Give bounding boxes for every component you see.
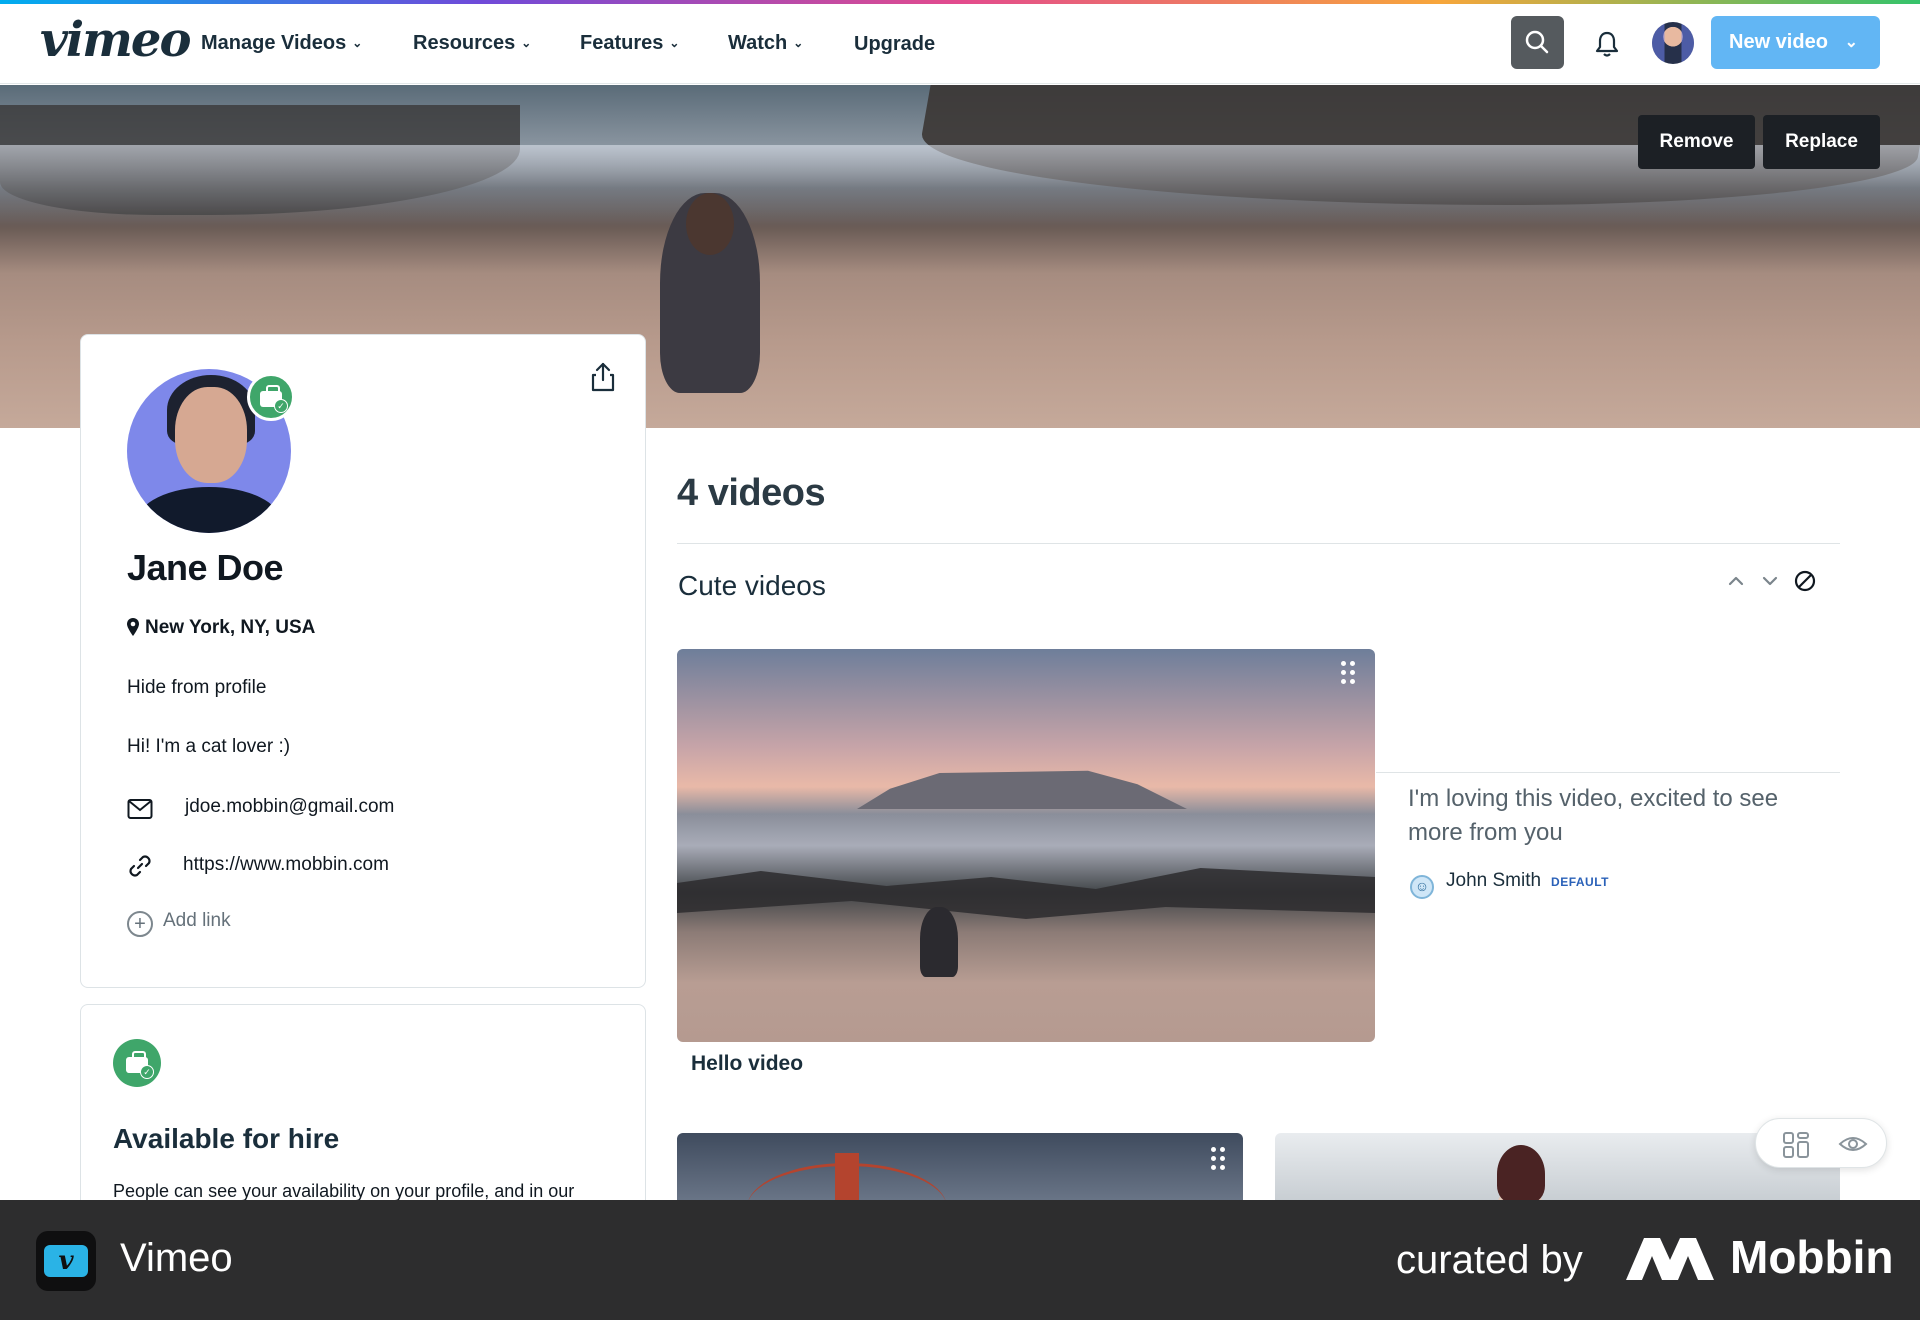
profile-email[interactable]: jdoe.mobbin@gmail.com: [185, 796, 394, 818]
eye-icon[interactable]: [1838, 1131, 1868, 1157]
location-text: New York, NY, USA: [145, 617, 316, 638]
mail-icon: [127, 799, 153, 819]
briefcase-check-icon: [113, 1039, 161, 1087]
divider: [677, 543, 1840, 544]
new-video-button[interactable]: New video ⌄: [1711, 16, 1880, 69]
briefcase-check-icon: [247, 373, 295, 421]
drag-handle-icon[interactable]: [1211, 1147, 1227, 1171]
videos-count-heading: 4 videos: [677, 472, 826, 514]
nav-features[interactable]: Features ⌄: [580, 32, 679, 55]
profile-bio: Hi! I'm a cat lover :): [127, 736, 291, 757]
share-icon[interactable]: [589, 361, 617, 393]
layout-icon[interactable]: [1782, 1131, 1810, 1159]
chevron-down-icon[interactable]: [1757, 568, 1783, 594]
replace-banner-button[interactable]: Replace: [1763, 115, 1880, 169]
profile-location: New York, NY, USA: [127, 617, 315, 639]
footer-bar: v Vimeo curated by Mobbin: [0, 1200, 1920, 1320]
chevron-down-icon: ⌄: [352, 36, 363, 50]
floating-toolbar: [1755, 1118, 1887, 1168]
search-button[interactable]: [1511, 16, 1564, 69]
nav-resources[interactable]: Resources ⌄: [413, 32, 531, 55]
nav-label: Manage Videos: [201, 32, 347, 54]
user-avatar[interactable]: [1652, 22, 1694, 64]
profile-card: Jane Doe New York, NY, USA Hide from pro…: [80, 334, 646, 988]
link-icon: [129, 855, 151, 877]
chevron-down-icon: ⌄: [1844, 34, 1858, 51]
available-for-hire-card: Available for hire People can see your a…: [80, 1004, 646, 1224]
mobbin-logo-icon: [1626, 1238, 1714, 1280]
plus-circle-icon: +: [127, 911, 153, 937]
add-link-button[interactable]: + Add link: [127, 910, 231, 937]
remove-banner-button[interactable]: Remove: [1638, 115, 1755, 169]
nav-label: Upgrade: [854, 33, 936, 55]
author-name[interactable]: John Smith: [1446, 870, 1541, 891]
drag-handle-icon[interactable]: [1341, 661, 1357, 685]
curated-by-label: curated by: [1396, 1238, 1583, 1282]
location-pin-icon: [127, 618, 139, 636]
profile-website[interactable]: https://www.mobbin.com: [183, 854, 389, 876]
nav-upgrade[interactable]: Upgrade: [854, 33, 935, 56]
hide-from-profile-link[interactable]: Hide from profile: [127, 677, 266, 699]
top-nav-bar: vimeo Manage Videos ⌄ Resources ⌄ Features…: [0, 4, 1920, 84]
chevron-up-icon[interactable]: [1723, 568, 1749, 594]
section-title: Cute videos: [678, 570, 826, 601]
nav-watch[interactable]: Watch ⌄: [728, 32, 803, 55]
divider: [1376, 772, 1840, 773]
chevron-down-icon: ⌄: [521, 36, 532, 50]
comment-author: ☺ John Smith DEFAULT: [1410, 870, 1609, 899]
default-badge: DEFAULT: [1551, 875, 1609, 889]
chevron-down-icon: ⌄: [793, 36, 804, 50]
bell-icon[interactable]: [1594, 30, 1620, 58]
add-link-label: Add link: [163, 910, 231, 931]
vimeo-logo[interactable]: vimeo: [40, 12, 191, 68]
featured-video-thumbnail[interactable]: [677, 649, 1375, 1042]
profile-name: Jane Doe: [127, 547, 284, 588]
smiley-avatar-icon: ☺: [1410, 875, 1434, 899]
hide-icon[interactable]: [1792, 568, 1818, 594]
video-title[interactable]: Hello video: [691, 1052, 803, 1076]
hire-description: People can see your availability on your…: [113, 1181, 575, 1201]
hire-title: Available for hire: [113, 1123, 340, 1154]
nav-label: Features: [580, 32, 664, 54]
mobbin-brand: Mobbin: [1730, 1231, 1894, 1283]
new-video-label: New video: [1729, 31, 1828, 53]
vimeo-app-icon: v: [36, 1231, 96, 1291]
search-icon: [1525, 30, 1549, 54]
nav-manage-videos[interactable]: Manage Videos ⌄: [201, 32, 362, 55]
nav-label: Resources: [413, 32, 516, 54]
nav-label: Watch: [728, 32, 788, 54]
comment-text: I'm loving this video, excited to see mo…: [1408, 785, 1779, 846]
chevron-down-icon: ⌄: [669, 36, 680, 50]
app-name: Vimeo: [120, 1236, 233, 1280]
